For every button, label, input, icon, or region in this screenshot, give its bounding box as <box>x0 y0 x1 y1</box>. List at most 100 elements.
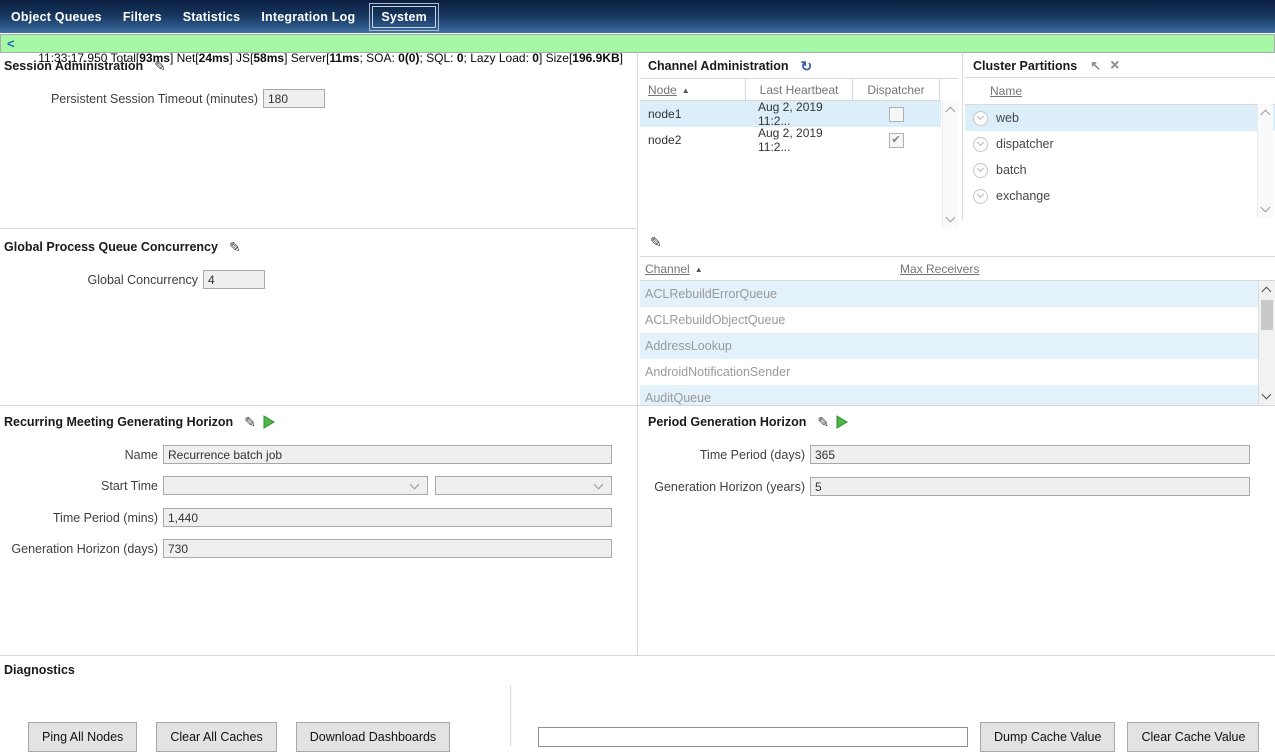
edit-icon[interactable]: ✎ <box>154 59 166 73</box>
dispatcher-checkbox[interactable] <box>889 107 904 122</box>
popout-arrow-icon[interactable]: ↖ <box>1090 58 1101 74</box>
field-label: Persistent Session Timeout (minutes) <box>0 92 263 106</box>
scroll-up-icon[interactable] <box>1261 287 1271 297</box>
scroll-up-icon[interactable] <box>1260 110 1270 120</box>
diagnostics-button[interactable]: Clear All Caches <box>156 722 276 752</box>
timing-segment: ] <box>620 51 623 65</box>
partition-row[interactable]: dispatcher <box>965 131 1275 157</box>
column-header-last-heartbeat[interactable]: Last Heartbeat <box>745 79 852 100</box>
channel-row[interactable]: ACLRebuildErrorQueue <box>640 281 1259 307</box>
field-label: Name <box>0 448 163 462</box>
node-row[interactable]: node1 Aug 2, 2019 11:2... <box>640 101 941 127</box>
time-period-row: Time Period (mins) <box>0 508 612 527</box>
scroll-up-icon[interactable] <box>945 107 955 117</box>
scrollbar[interactable] <box>1258 281 1275 405</box>
time-period-days-input[interactable] <box>810 445 1250 464</box>
diagnostics-button[interactable]: Ping All Nodes <box>28 722 137 752</box>
node-heartbeat: Aug 2, 2019 11:2... <box>745 100 852 128</box>
divider <box>510 685 511 746</box>
generation-horizon-years-row: Generation Horizon (years) <box>640 477 1250 496</box>
back-chevron-icon[interactable]: < <box>7 36 15 51</box>
node-name: node2 <box>640 133 745 147</box>
partition-name: exchange <box>996 189 1050 203</box>
cache-key-input[interactable] <box>538 727 968 747</box>
diagnostics-button[interactable]: Download Dashboards <box>296 722 450 752</box>
row-dropdown-icon[interactable] <box>973 111 988 126</box>
cache-button[interactable]: Clear Cache Value <box>1127 722 1259 752</box>
field-label: Generation Horizon (years) <box>640 480 810 494</box>
timing-segment: 24ms <box>199 51 230 65</box>
close-icon[interactable]: × <box>1110 59 1119 72</box>
channel-admin-header: Channel Administration ↻ <box>640 54 958 79</box>
refresh-icon[interactable]: ↻ <box>801 59 813 73</box>
channel-row[interactable]: ACLRebuildObjectQueue <box>640 307 1259 333</box>
edit-icon[interactable]: ✎ <box>229 240 241 254</box>
channel-row[interactable]: AuditQueue <box>640 385 1259 405</box>
row-dropdown-icon[interactable] <box>973 189 988 204</box>
row-dropdown-icon[interactable] <box>973 137 988 152</box>
column-header-dispatcher[interactable]: Dispatcher <box>852 79 940 100</box>
column-header-max-receivers[interactable]: Max Receivers <box>900 262 979 276</box>
partition-name: web <box>996 111 1019 125</box>
divider <box>0 228 637 229</box>
channel-row[interactable]: AndroidNotificationSender <box>640 359 1259 385</box>
column-header-name[interactable]: Name <box>990 84 1022 98</box>
generation-horizon-input[interactable] <box>163 539 612 558</box>
run-icon[interactable] <box>262 415 276 429</box>
panel-title: Global Process Queue Concurrency <box>4 240 218 254</box>
panel-title: Diagnostics <box>4 663 75 677</box>
start-time-zone-select[interactable] <box>435 476 612 495</box>
run-icon[interactable] <box>835 415 849 429</box>
scroll-down-icon[interactable] <box>945 213 955 223</box>
field-label: Global Concurrency <box>0 273 203 287</box>
field-label: Time Period (days) <box>640 448 810 462</box>
cluster-partitions-header: Cluster Partitions ↖ × <box>965 54 1275 78</box>
session-timeout-row: Persistent Session Timeout (minutes) <box>0 89 325 108</box>
global-concurrency-input[interactable] <box>203 270 265 289</box>
channel-admin-rows: node1 Aug 2, 2019 11:2... node2 Aug 2, 2… <box>640 101 958 153</box>
scroll-down-icon[interactable] <box>1260 203 1270 213</box>
scrollbar[interactable] <box>942 101 958 228</box>
cache-button[interactable]: Dump Cache Value <box>980 722 1115 752</box>
timing-segment: 196.9KB <box>572 51 619 65</box>
generation-horizon-row: Generation Horizon (days) <box>0 539 612 558</box>
job-name-input[interactable] <box>163 445 612 464</box>
scrollbar[interactable] <box>1257 104 1273 218</box>
sort-asc-icon: ▲ <box>682 86 690 95</box>
node-heartbeat: Aug 2, 2019 11:2... <box>745 126 852 154</box>
timing-segment: ] Size[ <box>539 51 572 65</box>
session-timeout-input[interactable] <box>263 89 325 108</box>
node-row[interactable]: node2 Aug 2, 2019 11:2... <box>640 127 941 153</box>
time-period-input[interactable] <box>163 508 612 527</box>
field-label: Time Period (mins) <box>0 511 163 525</box>
start-time-hour-select[interactable] <box>163 476 428 495</box>
edit-icon[interactable]: ✎ <box>817 415 829 429</box>
scrollbar-thumb[interactable] <box>1261 300 1273 330</box>
cluster-columns: Name <box>965 78 1275 105</box>
partition-row[interactable]: exchange <box>965 183 1275 209</box>
partition-row[interactable]: batch <box>965 157 1275 183</box>
column-header-node[interactable]: Node▲ <box>640 83 745 97</box>
scroll-down-icon[interactable] <box>1261 390 1271 400</box>
dispatcher-checkbox[interactable] <box>889 133 904 148</box>
panel-title: Recurring Meeting Generating Horizon <box>4 415 233 429</box>
divider <box>637 54 638 655</box>
column-header-channel[interactable]: Channel▲ <box>640 262 703 276</box>
channel-table-toolbar: ✎ <box>640 228 1275 256</box>
channel-table-columns: Channel▲ Max Receivers <box>640 256 1275 281</box>
time-period-days-row: Time Period (days) <box>640 445 1250 464</box>
timing-segment: 11ms <box>329 51 359 65</box>
start-time-row: Start Time <box>0 476 612 495</box>
sort-asc-icon: ▲ <box>695 265 703 274</box>
partition-row[interactable]: web <box>965 105 1275 131</box>
row-dropdown-icon[interactable] <box>973 163 988 178</box>
field-label: Generation Horizon (days) <box>0 542 163 556</box>
channel-row[interactable]: AddressLookup <box>640 333 1259 359</box>
generation-horizon-years-input[interactable] <box>810 477 1250 496</box>
edit-icon[interactable]: ✎ <box>650 235 662 249</box>
edit-icon[interactable]: ✎ <box>244 415 256 429</box>
timing-segment: ] Server[ <box>284 51 329 65</box>
partition-name: batch <box>996 163 1027 177</box>
divider <box>962 54 963 220</box>
partition-name: dispatcher <box>996 137 1054 151</box>
